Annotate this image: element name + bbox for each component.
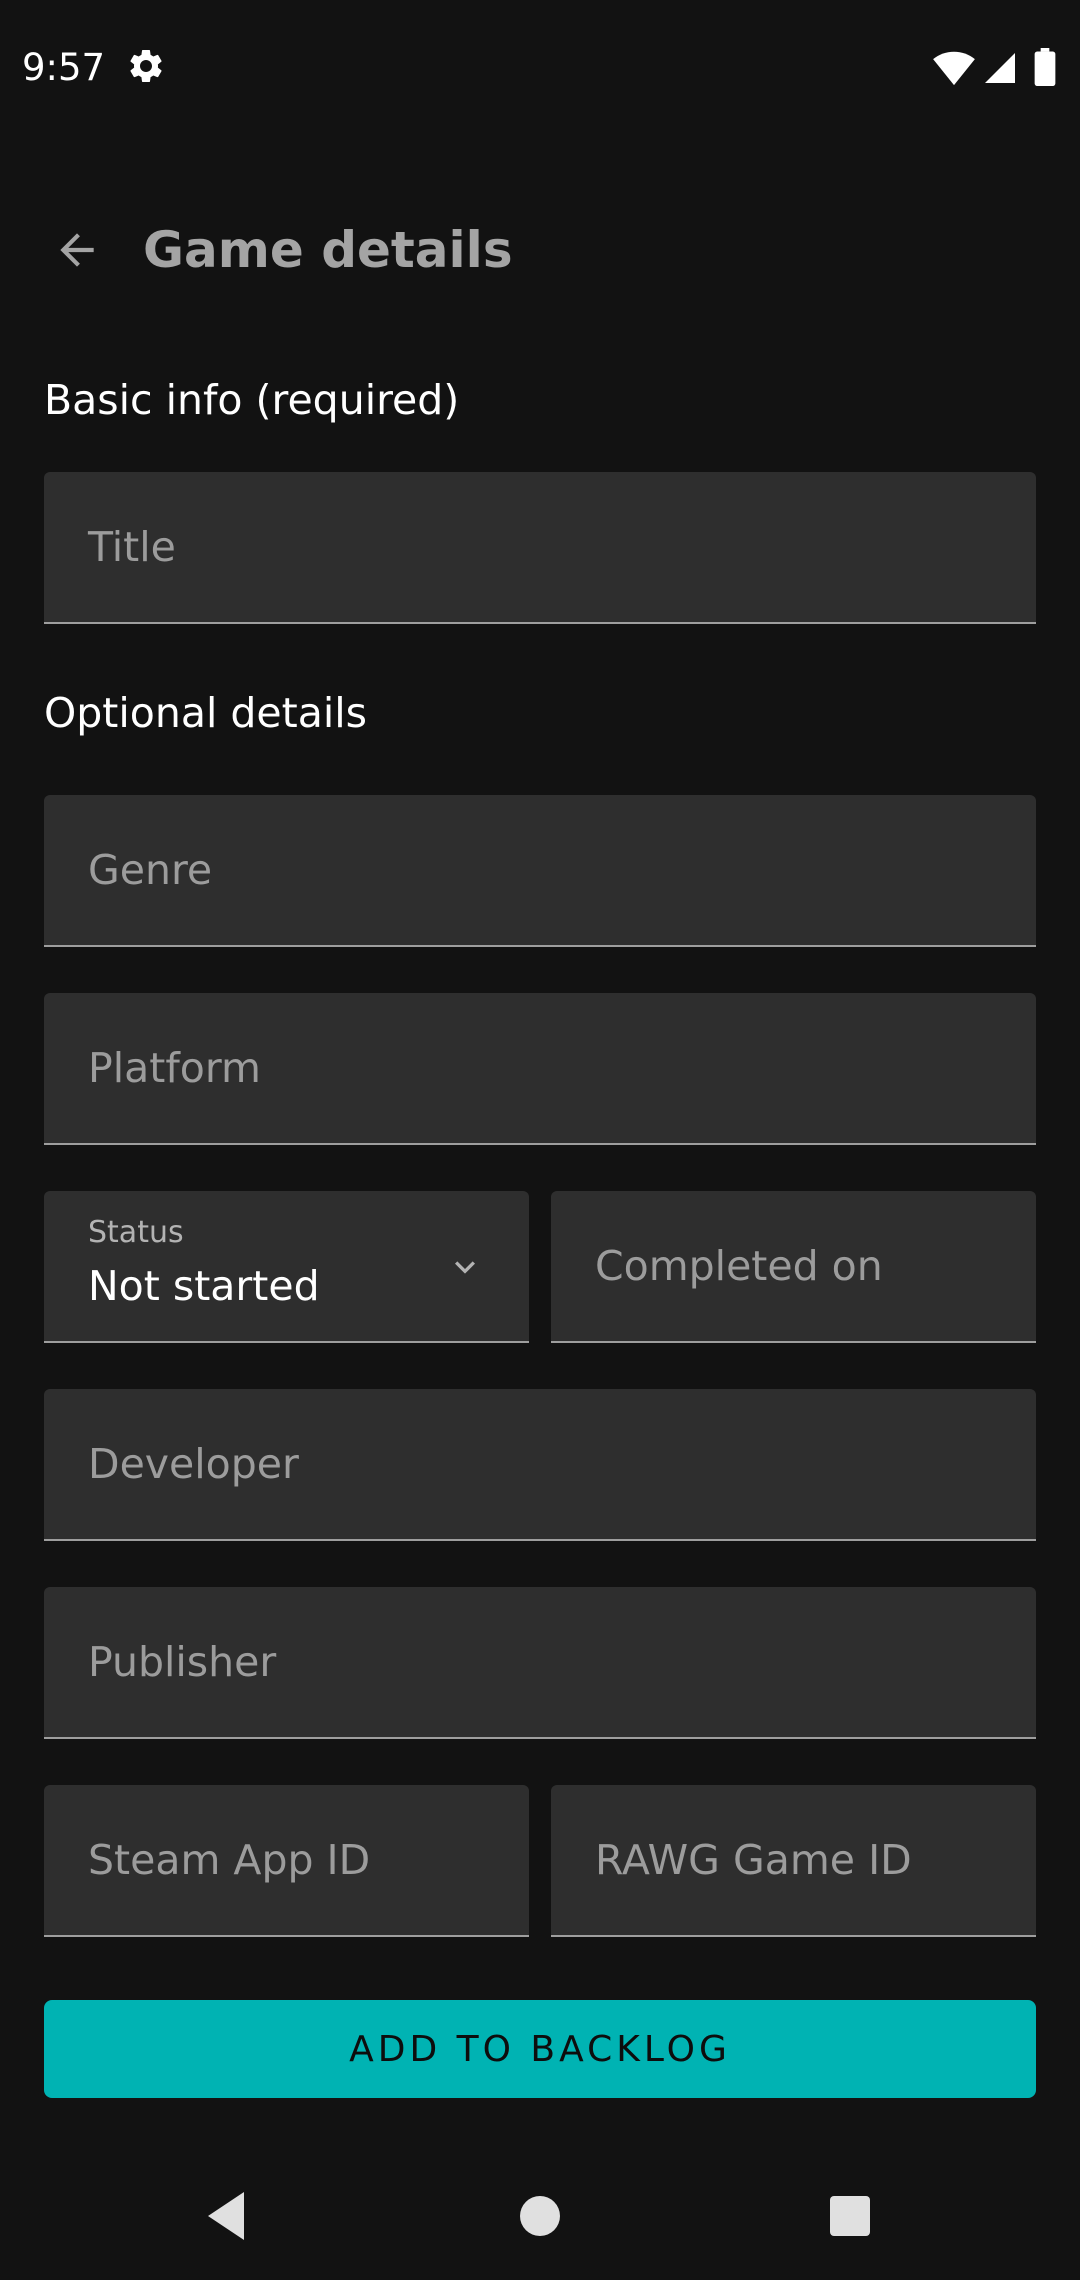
- completed-on-field[interactable]: Completed on: [551, 1191, 1036, 1343]
- developer-field[interactable]: Developer: [44, 1389, 1036, 1541]
- arrow-back-icon[interactable]: [52, 225, 102, 275]
- system-nav-bar: [0, 2160, 1080, 2280]
- status-time: 9:57: [22, 46, 106, 89]
- status-label: Status: [88, 1215, 184, 1250]
- chevron-down-icon: [455, 1261, 475, 1274]
- publisher-field[interactable]: Publisher: [44, 1587, 1036, 1739]
- section-header-optional-details: Optional details: [44, 689, 367, 737]
- status-bar: 9:57: [0, 0, 1080, 136]
- rawg-game-id-field[interactable]: RAWG Game ID: [551, 1785, 1036, 1937]
- genre-field-placeholder: Genre: [88, 846, 213, 894]
- genre-field[interactable]: Genre: [44, 795, 1036, 947]
- battery-icon: [1034, 48, 1056, 86]
- add-to-backlog-button-label: ADD TO BACKLOG: [349, 2028, 731, 2070]
- steam-app-id-field[interactable]: Steam App ID: [44, 1785, 529, 1937]
- add-to-backlog-button[interactable]: ADD TO BACKLOG: [44, 2000, 1036, 2098]
- nav-recents-icon[interactable]: [828, 2194, 872, 2238]
- developer-field-placeholder: Developer: [88, 1440, 299, 1488]
- status-dropdown[interactable]: Status Not started: [44, 1191, 529, 1343]
- steam-app-id-field-placeholder: Steam App ID: [88, 1836, 371, 1884]
- cell-signal-icon: [985, 53, 1015, 83]
- title-field[interactable]: Title: [44, 472, 1036, 624]
- platform-field[interactable]: Platform: [44, 993, 1036, 1145]
- nav-back-icon[interactable]: [204, 2190, 248, 2242]
- title-field-placeholder: Title: [88, 523, 176, 571]
- settings-icon: [130, 49, 162, 82]
- publisher-field-placeholder: Publisher: [88, 1638, 277, 1686]
- status-value: Not started: [88, 1262, 320, 1310]
- completed-on-field-placeholder: Completed on: [595, 1242, 883, 1290]
- nav-home-icon[interactable]: [518, 2194, 562, 2238]
- section-header-basic-info: Basic info (required): [44, 376, 460, 424]
- wifi-icon: [933, 51, 975, 86]
- app-bar: Game details: [0, 200, 1080, 300]
- platform-field-placeholder: Platform: [88, 1044, 261, 1092]
- rawg-game-id-field-placeholder: RAWG Game ID: [595, 1836, 912, 1884]
- page-title: Game details: [143, 221, 513, 279]
